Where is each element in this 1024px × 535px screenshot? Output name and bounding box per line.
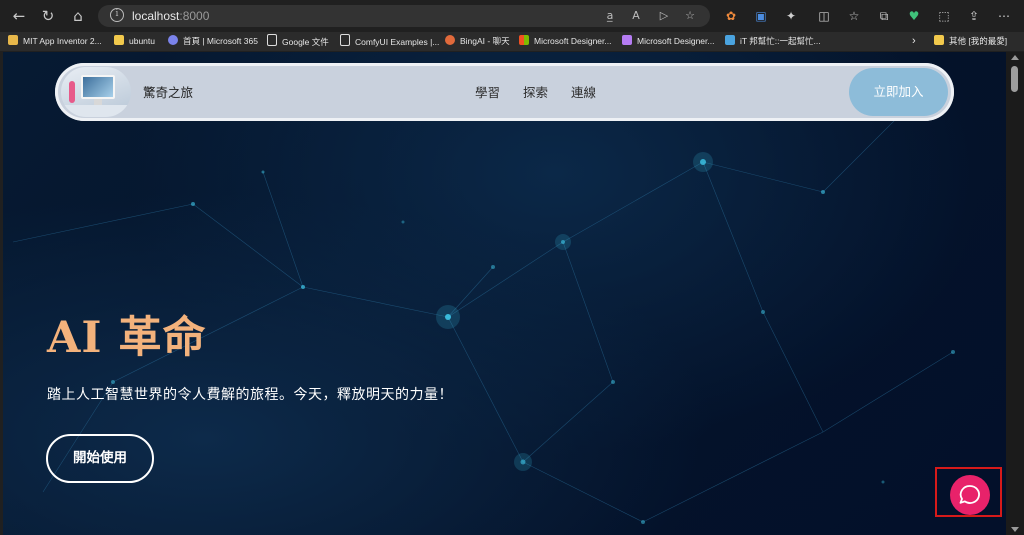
microsoft-icon — [519, 35, 529, 45]
document-icon — [267, 34, 277, 46]
ithelp-icon — [725, 35, 735, 45]
bookmark-item[interactable]: Google 文件 — [267, 34, 329, 49]
bookmark-label: Google 文件 — [282, 37, 329, 47]
browser-toolbar: ← ↻ ⌂ i localhost:8000 a̲ A ▷ ☆ ✿ ▣ ✦ ◫ … — [0, 0, 1024, 32]
chat-bubble-icon — [959, 485, 980, 504]
scroll-up-icon[interactable] — [1011, 55, 1019, 60]
bookmark-folder-other[interactable]: 其他 [我的最愛] — [934, 34, 1007, 49]
app-inventor-icon — [8, 35, 18, 45]
extension-translate-icon[interactable]: ▣ — [752, 7, 770, 25]
screenshot-icon[interactable]: ⬚ — [935, 7, 953, 25]
bookmark-label: iT 邦幫忙::一起幫忙... — [740, 36, 821, 46]
page-scrollbar[interactable] — [1006, 52, 1024, 535]
brand-logo[interactable] — [61, 67, 131, 117]
address-bar[interactable]: i localhost:8000 a̲ A ▷ ☆ — [98, 5, 710, 27]
back-icon[interactable]: ← — [8, 6, 30, 26]
bookmark-label: ubuntu — [129, 36, 155, 46]
nav-link-connect[interactable]: 連線 — [571, 85, 596, 101]
media-icon[interactable]: ▷ — [656, 8, 672, 24]
site-navbar: 驚奇之旅 學習 探索 連線 立即加入 — [55, 63, 954, 121]
bookmark-label: Microsoft Designer... — [534, 36, 612, 46]
bookmark-item[interactable]: BingAI - 聊天 — [445, 34, 510, 49]
extensions-icon[interactable]: ✦ — [782, 7, 800, 25]
bookmark-item[interactable]: Microsoft Designer... — [519, 34, 611, 49]
bookmark-label: Microsoft Designer... — [637, 36, 715, 46]
bookmark-item[interactable]: ubuntu — [114, 34, 155, 49]
browser-essentials-icon[interactable]: ♥ — [905, 7, 923, 25]
url-port: :8000 — [179, 9, 210, 23]
extension-orange-icon[interactable]: ✿ — [722, 7, 740, 25]
bookmark-item[interactable]: iT 邦幫忙::一起幫忙... — [725, 34, 821, 49]
microsoft365-icon — [168, 35, 178, 45]
read-aloud-icon[interactable]: A — [628, 8, 644, 24]
url-text[interactable]: localhost:8000 — [132, 8, 209, 24]
nav-link-explore[interactable]: 探索 — [523, 85, 548, 101]
designer-icon — [622, 35, 632, 45]
more-options-icon[interactable]: ⋯ — [995, 7, 1013, 25]
bookmark-label: BingAI - 聊天 — [460, 36, 510, 46]
share-icon[interactable]: ⇪ — [965, 7, 983, 25]
brand-name[interactable]: 驚奇之旅 — [143, 85, 193, 101]
site-info-icon[interactable]: i — [110, 8, 124, 22]
folder-icon — [934, 35, 944, 45]
bookmark-label: ComfyUI Examples |... — [355, 37, 440, 47]
bing-icon — [445, 35, 455, 45]
url-host: localhost — [132, 9, 180, 23]
document-icon — [340, 34, 350, 46]
chat-button[interactable] — [950, 475, 990, 515]
chevron-right-icon[interactable]: › — [912, 34, 916, 49]
bookmark-item[interactable]: 首頁 | Microsoft 365 — [168, 34, 258, 49]
favorite-star-icon[interactable]: ☆ — [682, 8, 698, 24]
join-now-button[interactable]: 立即加入 — [849, 68, 948, 116]
hero-title: AI 革命 — [47, 313, 207, 363]
translate-icon[interactable]: a̲ — [602, 8, 618, 24]
bookmarks-bar: MIT App Inventor 2... ubuntu 首頁 | Micros… — [0, 32, 1024, 51]
hero-subtitle: 踏上人工智慧世界的令人費解的旅程。今天，釋放明天的力量！ — [47, 387, 453, 403]
home-icon[interactable]: ⌂ — [67, 6, 89, 26]
bookmark-label: 首頁 | Microsoft 365 — [183, 36, 258, 46]
collections-icon[interactable]: ⧉ — [875, 7, 893, 25]
bookmark-label: MIT App Inventor 2... — [23, 36, 102, 46]
scroll-down-icon[interactable] — [1011, 527, 1019, 532]
folder-icon — [114, 35, 124, 45]
nav-link-learn[interactable]: 學習 — [475, 85, 500, 101]
bookmark-label: 其他 [我的最愛] — [949, 36, 1008, 46]
page-viewport: 驚奇之旅 學習 探索 連線 立即加入 AI 革命 踏上人工智慧世界的令人費解的旅… — [3, 52, 1006, 535]
bookmark-item[interactable]: ComfyUI Examples |... — [340, 34, 439, 49]
bookmark-item[interactable]: MIT App Inventor 2... — [8, 34, 102, 49]
get-started-button[interactable]: 開始使用 — [46, 434, 154, 483]
favorites-icon[interactable]: ☆ — [845, 7, 863, 25]
bookmark-item[interactable]: Microsoft Designer... — [622, 34, 714, 49]
scrollbar-thumb[interactable] — [1011, 66, 1018, 92]
split-screen-icon[interactable]: ◫ — [815, 7, 833, 25]
refresh-icon[interactable]: ↻ — [37, 6, 59, 26]
